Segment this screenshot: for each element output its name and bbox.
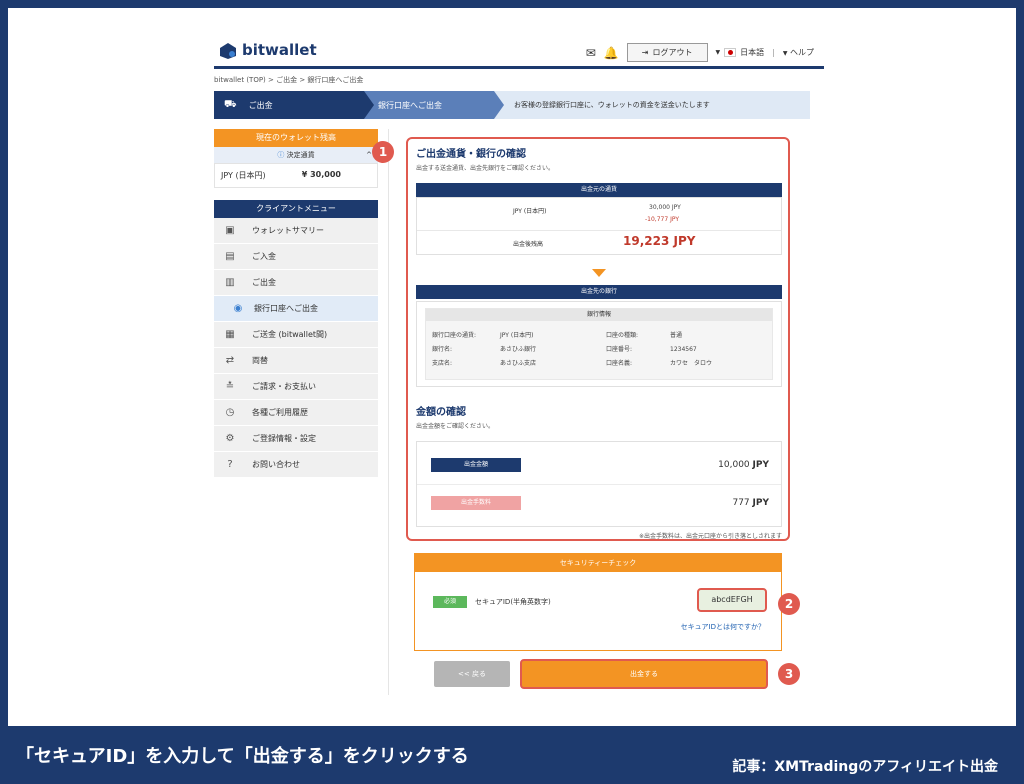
exchange-icon: ⇄ (225, 355, 235, 366)
history-icon: ◷ (225, 407, 235, 418)
bank-info-header: 銀行情報 (426, 309, 772, 321)
sidebar-item-bank-withdraw[interactable]: ◉ 銀行口座へご出金 (214, 296, 378, 322)
logout-button[interactable]: ⇥ ログアウト (626, 43, 708, 62)
wallet-icon: ▣ (225, 225, 235, 236)
withdraw-amount-row: 出金金額 10,000 JPY (431, 458, 769, 472)
sidebar-item-deposit[interactable]: ▤ ご入金 (214, 244, 378, 270)
mail-icon[interactable]: ✉ (586, 46, 596, 60)
sidebar-item-history[interactable]: ◷ 各種ご利用履歴 (214, 400, 378, 426)
info-icon: ⓘ (277, 151, 285, 159)
source-currency-header: 出金元の通貨 (416, 183, 782, 197)
confirm-title: ご出金通貨・銀行の確認 (416, 149, 526, 160)
client-menu-header: クライアントメニュー (214, 200, 378, 218)
secure-id-help-link[interactable]: セキュアIDとは何ですか？ (681, 622, 765, 632)
source-currency-box: JPY (日本円) 30,000 JPY -10,777 JPY 出金後残高 1… (416, 197, 782, 255)
withdraw-amount-value: 10,000 (718, 460, 750, 470)
down-arrow-icon (592, 269, 606, 277)
deposit-icon: ▤ (225, 251, 235, 262)
bank-info: 銀行情報 銀行口座の通貨: 銀行名: 支店名: JPY (日本円) あさひふ銀行… (425, 308, 773, 380)
bank-values-right: 普通 1234567 カワセ タロウ (670, 332, 713, 367)
step-badge-2: 2 (778, 593, 800, 615)
amount-original: 30,000 JPY (649, 204, 681, 211)
balance-label: 出金後残高 (513, 241, 544, 248)
balance-value: 19,223 JPY (623, 234, 696, 248)
sidebar-item-transfer[interactable]: ▦ ご送金 (bitwallet間) (214, 322, 378, 348)
caption-main: 「セキュアID」を入力して「出金する」をクリックする (16, 746, 469, 767)
step-arrow (494, 91, 504, 119)
dropdown-icon: ▼ (782, 50, 788, 57)
header-tools: ✉ 🔔 ⇥ ログアウト ▼ 日本語 | ▼ ヘルプ (586, 43, 814, 62)
bitwallet-logo-icon (220, 42, 236, 59)
language-select[interactable]: ▼ 日本語 (715, 47, 764, 58)
wallet-balance-header: 現在のウォレット残高 (214, 129, 378, 147)
required-badge: 必須 (433, 596, 467, 608)
bank-icon: ◉ (233, 303, 243, 314)
logo[interactable]: bitwallet (218, 41, 317, 60)
withdraw-submit-button[interactable]: 出金する (520, 659, 768, 689)
security-header: セキュリティーチェック (415, 554, 781, 572)
bitwallet-screen: bitwallet ✉ 🔔 ⇥ ログアウト ▼ 日本語 | ▼ ヘルプ bitw… (200, 33, 824, 695)
chevron-up-icon: ^ (366, 151, 372, 159)
gear-icon: ⚙ (225, 433, 235, 444)
divider (388, 129, 389, 695)
currency-label: JPY (日本円) (513, 208, 547, 215)
bank-keys-left: 銀行口座の通貨: 銀行名: 支店名: (432, 332, 477, 367)
transfer-icon: ▦ (225, 329, 235, 340)
sidebar-item-withdraw[interactable]: ▥ ご出金 (214, 270, 378, 296)
confirmation-panel: ご出金通貨・銀行の確認 出金する送金通貨、出金先銀行をご確認ください。 出金元の… (406, 137, 790, 541)
invoice-icon: ≛ (225, 381, 235, 392)
breadcrumb[interactable]: bitwallet (TOP) > ご出金 > 銀行口座へご出金 (214, 75, 363, 85)
secure-id-label: セキュアID(半角英数字) (475, 598, 551, 606)
logo-text: bitwallet (242, 41, 317, 59)
logout-icon: ⇥ (641, 48, 649, 57)
bell-icon[interactable]: 🔔 (604, 46, 619, 60)
step-badge-3: 3 (778, 663, 800, 685)
dropdown-icon: ▼ (715, 49, 721, 56)
step-badge-1: 1 (372, 141, 394, 163)
step-arrow (364, 91, 374, 119)
security-check-panel: セキュリティーチェック 必須 セキュアID(半角英数字) abcdEFGH セキ… (414, 553, 782, 651)
sidebar-item-invoice[interactable]: ≛ ご請求・お支払い (214, 374, 378, 400)
destination-bank-box: 銀行情報 銀行口座の通貨: 銀行名: 支店名: JPY (日本円) あさひふ銀行… (416, 301, 782, 387)
step-bank-withdraw: 銀行口座へご出金 (364, 91, 494, 119)
fee-tag: 出金手数料 (431, 496, 521, 510)
site-header: bitwallet ✉ 🔔 ⇥ ログアウト ▼ 日本語 | ▼ ヘルプ (214, 37, 824, 69)
progress-steps: ⛟ ご出金 銀行口座へご出金 お客様の登録銀行口座に、ウォレットの資金を送金いた… (214, 91, 810, 119)
fee-value: 777 (732, 498, 750, 508)
amount-deducted: -10,777 JPY (645, 216, 679, 223)
withdraw-icon: ⛟ (224, 98, 237, 110)
sidebar-item-settings[interactable]: ⚙ ご登録情報・設定 (214, 426, 378, 452)
confirm-subtitle: 出金する送金通貨、出金先銀行をご確認ください。 (416, 165, 555, 172)
bank-keys-right: 口座の種類: 口座番号: 口座名義: (606, 332, 639, 367)
sidebar: 現在のウォレット残高 ⓘ 決定通貨 ^ JPY (日本円) ¥ 30,000 ク… (214, 129, 378, 478)
fee-note: ※出金手数料は、出金元口座から引き落としされます (638, 533, 782, 540)
help-icon: ? (227, 459, 233, 470)
withdraw-amount-tag: 出金金額 (431, 458, 521, 472)
japan-flag-icon (724, 48, 737, 57)
caption-source: 記事：XMTradingのアフィリエイト出金 (732, 759, 998, 775)
amount-box: 出金金額 10,000 JPY 出金手数料 777 JPY (416, 441, 782, 527)
sidebar-item-exchange[interactable]: ⇄ 両替 (214, 348, 378, 374)
wallet-balance-row: JPY (日本円) ¥ 30,000 (214, 163, 378, 188)
fee-row: 出金手数料 777 JPY (431, 496, 769, 510)
bank-values-left: JPY (日本円) あさひふ銀行 あさひふ支店 (500, 332, 537, 367)
help-link[interactable]: ▼ ヘルプ (783, 47, 814, 58)
caption-bar: 「セキュアID」を入力して「出金する」をクリックする 記事：XMTradingの… (0, 726, 1024, 784)
secure-id-input[interactable]: abcdEFGH (697, 588, 767, 612)
amount-title: 金額の確認 (416, 407, 466, 418)
sidebar-item-wallet-summary[interactable]: ▣ ウォレットサマリー (214, 218, 378, 244)
wallet-currency-toggle[interactable]: ⓘ 決定通貨 ^ (214, 147, 378, 163)
withdraw-icon: ▥ (225, 277, 235, 288)
back-button[interactable]: << 戻る (434, 661, 510, 687)
step-withdraw: ⛟ ご出金 (214, 91, 364, 119)
sidebar-item-contact[interactable]: ? お問い合わせ (214, 452, 378, 478)
destination-bank-header: 出金先の銀行 (416, 285, 782, 299)
amount-subtitle: 出金金額をご確認ください。 (416, 423, 495, 430)
step-message: お客様の登録銀行口座に、ウォレットの資金を送金いたします (514, 101, 710, 109)
